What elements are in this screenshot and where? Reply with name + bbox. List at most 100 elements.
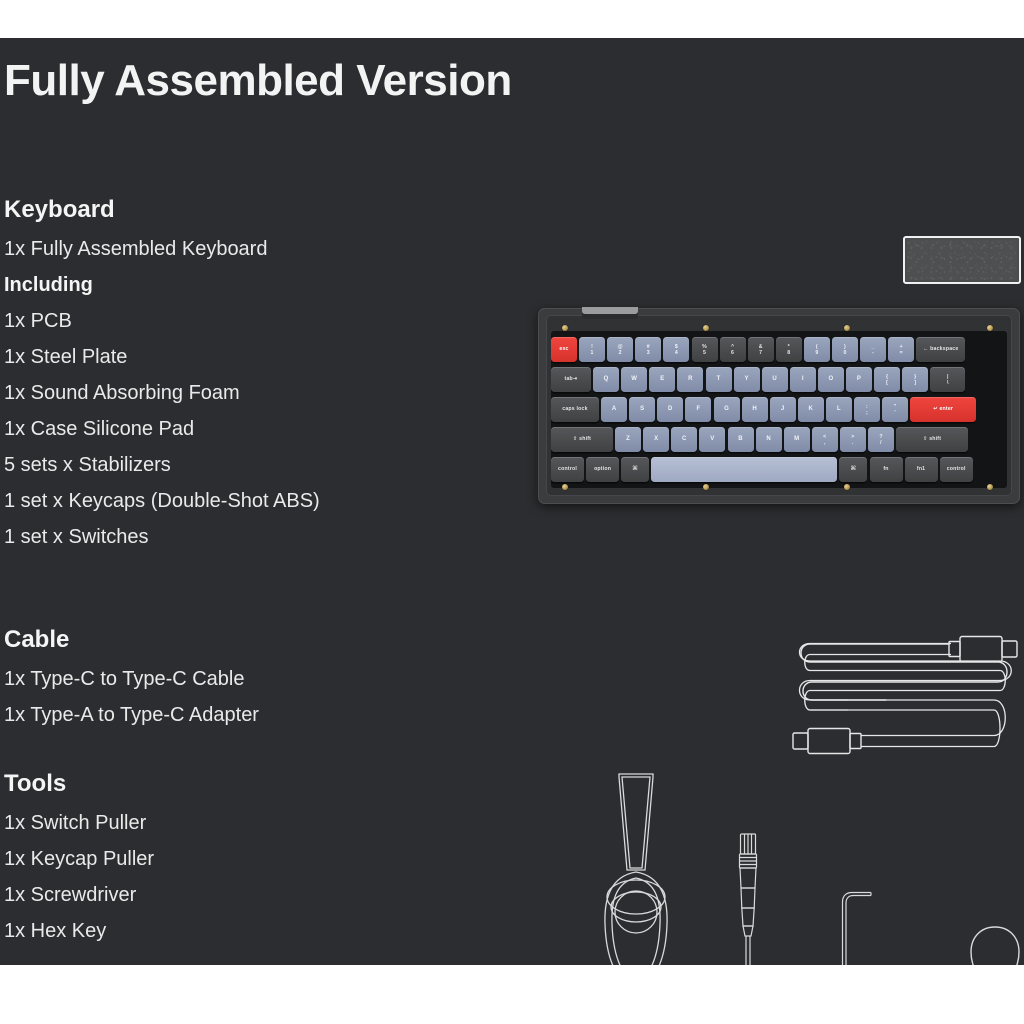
section-heading-tools: Tools [4,770,67,797]
key-esc[interactable]: esc [551,337,577,362]
key-backspace[interactable]: ← backspace [916,337,966,362]
key-legend-bottom: 9 [815,349,819,356]
key-legend: ⇧ shift [923,435,942,442]
key-legend: J [780,406,785,413]
key-y[interactable]: Y [733,367,760,392]
list-item: 1x Steel Plate [4,346,128,368]
key-o[interactable]: O [817,367,844,392]
key-legend: fn [883,465,889,472]
key-legend: ⇧ shift [572,435,592,442]
key-s[interactable]: S [629,397,656,422]
key-legend-bottom: 1 [590,349,594,356]
key-space[interactable]: + = [888,337,915,362]
key-l[interactable]: L [825,397,852,422]
key-8[interactable]: * 8 [775,337,802,362]
key-tab[interactable]: tab⇥ [551,367,591,392]
key-9[interactable]: (9 [803,337,830,362]
key-space[interactable]: | \ [930,367,966,392]
key-legend: L [836,406,841,413]
key-space[interactable]: {[ [874,367,901,392]
key-3[interactable]: #3 [635,337,662,362]
key-space[interactable]: <, [811,427,838,452]
list-item: 1 set x Switches [4,526,149,548]
key-t[interactable]: T [705,367,732,392]
key-shift[interactable]: ⇧ shift [896,427,969,452]
key-7[interactable]: & 7 [747,337,774,362]
key-legend-bottom: = [899,349,903,356]
key-control[interactable]: control [551,457,584,482]
list-item: 1 set x Keycaps (Double-Shot ABS) [4,490,320,512]
hex-key-icon [840,886,892,965]
key-option[interactable]: option [586,457,620,482]
key-legend-bottom: ' [894,409,896,416]
key-k[interactable]: K [797,397,824,422]
key-space[interactable]: " ' [882,397,909,422]
key-p[interactable]: P [846,367,872,392]
usb-c-cable-icon [786,628,1024,764]
key-a[interactable]: A [601,397,628,422]
key-space[interactable]: ⌘ [839,457,868,482]
key-space[interactable]: ? / [868,427,894,452]
key-space[interactable]: _ - [860,337,887,362]
key-enter[interactable]: ↵ enter [910,397,977,422]
key-z[interactable]: Z [615,427,642,452]
key-f[interactable]: F [685,397,712,422]
key-legend: H [752,406,757,413]
key-r[interactable]: R [677,367,704,392]
key-legend: S [640,406,645,413]
key-v[interactable]: V [699,427,726,452]
key-legend: Y [744,376,749,383]
key-legend: Z [626,436,631,443]
key-1[interactable]: ! 1 [579,337,606,362]
key-legend-bottom: 5 [702,349,707,356]
key-control[interactable]: control [939,457,973,482]
key-g[interactable]: G [713,397,740,422]
key-legend: fn1 [916,465,926,472]
key-n[interactable]: N [755,427,782,452]
key-legend: F [696,406,701,413]
key-legend: U [772,376,777,383]
key-e[interactable]: E [649,367,676,392]
key-legend-bottom: - [872,349,875,356]
page-title: Fully Assembled Version [4,56,512,105]
keyboard-row-modifiers: control option ⌘ ⌘ fn fn1 control [551,456,1007,484]
key-h[interactable]: H [741,397,768,422]
key-fn[interactable]: fn [869,457,903,482]
list-item: 1x Switch Puller [4,812,147,834]
key-space[interactable]: :; [854,397,880,422]
key-legend: P [856,376,862,383]
key-i[interactable]: I [789,367,816,392]
key-space[interactable]: }] [902,367,929,392]
key-legend: Q [603,376,609,383]
key-5[interactable]: % 5 [691,337,718,362]
key-d[interactable]: D [657,397,684,422]
key-w[interactable]: W [621,367,648,392]
key-space[interactable] [651,457,838,482]
list-item: 1x PCB [4,310,72,332]
key-6[interactable]: ^ 6 [719,337,746,362]
key-fn1[interactable]: fn1 [904,457,938,482]
key-legend-bottom: [ [886,379,889,386]
key-shift[interactable]: ⇧ shift [551,427,613,452]
key-0[interactable]: ) 0 [832,337,858,362]
key-caps-lock[interactable]: caps lock [551,397,599,422]
key-legend: E [660,376,665,383]
key-legend-bottom: ] [914,379,917,386]
key-space[interactable]: >. [839,427,866,452]
key-legend-bottom: 7 [759,349,763,356]
key-u[interactable]: U [761,367,788,392]
key-space[interactable]: ⌘ [621,457,650,482]
key-m[interactable]: M [783,427,810,452]
key-4[interactable]: $4 [663,337,690,362]
spec-text-column: Fully Assembled Version Keyboard 1x Full… [0,38,560,965]
key-x[interactable]: X [643,427,670,452]
case-silicone-pad-image [903,236,1021,284]
key-c[interactable]: C [671,427,698,452]
key-j[interactable]: J [769,397,796,422]
list-item: 5 sets x Stabilizers [4,454,171,476]
key-q[interactable]: Q [593,367,620,392]
key-b[interactable]: B [727,427,754,452]
keyboard-row-home: caps lock A S D F G H J K L:; " ' ↵ enter [551,396,1007,424]
key-legend: W [631,376,638,383]
key-2[interactable]: @2 [607,337,634,362]
